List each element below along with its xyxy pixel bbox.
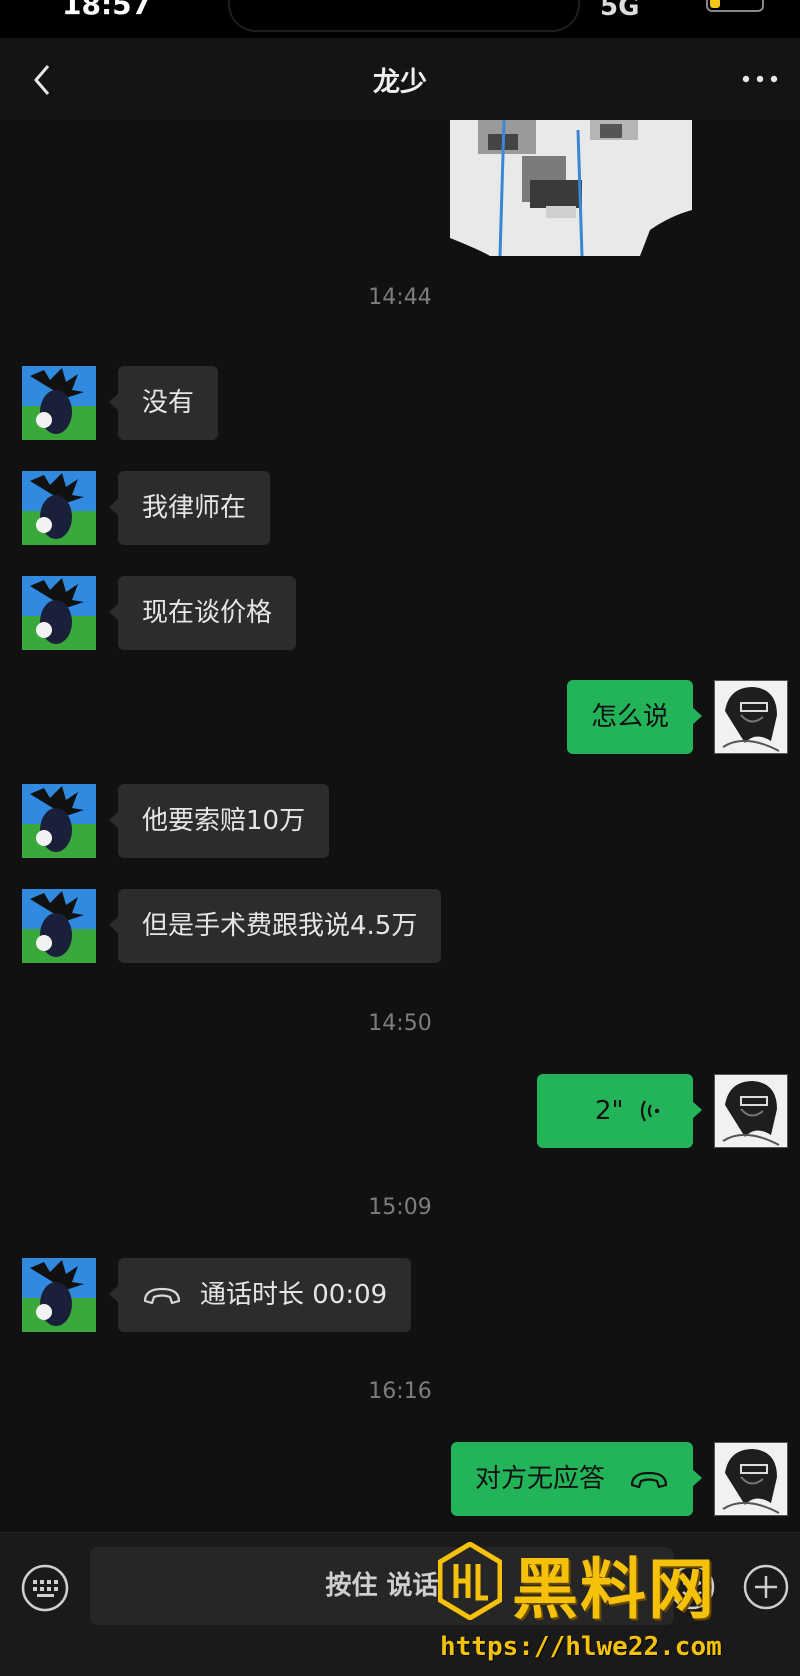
avatar[interactable]: [22, 576, 96, 650]
timestamp: 16:16: [368, 1379, 432, 1404]
call-record-bubble[interactable]: 通话时长 00:09: [108, 1258, 412, 1332]
call-record-bubble-self[interactable]: 对方无应答: [450, 1442, 703, 1516]
battery-icon: [706, 0, 764, 12]
watermark-url: https://hlwe22.com: [440, 1632, 722, 1662]
voice-duration: 2": [595, 1096, 624, 1126]
watermark: 黑料网 https://hlwe22.com: [438, 1532, 788, 1662]
call-duration-text: 通话时长 00:09: [200, 1280, 388, 1310]
message-bubble[interactable]: 他要索赔10万: [108, 784, 330, 858]
timestamp: 15:09: [368, 1195, 432, 1220]
chat-header: 龙少: [0, 38, 800, 120]
watermark-brand: 黑料网: [512, 1551, 716, 1628]
network-indicator: 5G: [600, 0, 640, 22]
voice-message-bubble[interactable]: 2": [537, 1074, 702, 1148]
phone-hangup-icon: [143, 1287, 181, 1304]
self-avatar[interactable]: [714, 1074, 788, 1148]
more-options-icon[interactable]: [740, 72, 780, 86]
watermark-logo-icon: [438, 1542, 502, 1620]
avatar[interactable]: [22, 889, 96, 963]
keyboard-icon[interactable]: [20, 1563, 70, 1613]
voice-wave-icon: [640, 1100, 660, 1122]
message-bubble[interactable]: 现在谈价格: [108, 576, 297, 650]
status-time: 18:57: [62, 0, 152, 21]
avatar[interactable]: [22, 366, 96, 440]
dynamic-island: [228, 0, 580, 32]
message-bubble[interactable]: 我律师在: [108, 471, 271, 545]
avatar[interactable]: [22, 784, 96, 858]
call-status-text: 对方无应答: [474, 1464, 605, 1494]
self-avatar[interactable]: [714, 1442, 788, 1516]
sticker-image[interactable]: [450, 120, 692, 256]
self-avatar[interactable]: [714, 680, 788, 754]
message-bubble-self[interactable]: 怎么说: [566, 680, 703, 754]
phone-hangup-icon: [630, 1471, 668, 1488]
message-list[interactable]: 14:44 没有 我律师在 现在谈价格 怎么说 他要索赔10万 但是手术费跟我说…: [0, 120, 800, 1532]
avatar[interactable]: [22, 471, 96, 545]
message-bubble[interactable]: 但是手术费跟我说4.5万: [108, 889, 442, 963]
timestamp: 14:50: [368, 1011, 432, 1036]
avatar[interactable]: [22, 1258, 96, 1332]
timestamp: 14:44: [368, 285, 432, 310]
chat-title: 龙少: [373, 67, 427, 98]
status-bar: 18:57 5G: [0, 0, 800, 38]
message-bubble[interactable]: 没有: [108, 366, 219, 440]
